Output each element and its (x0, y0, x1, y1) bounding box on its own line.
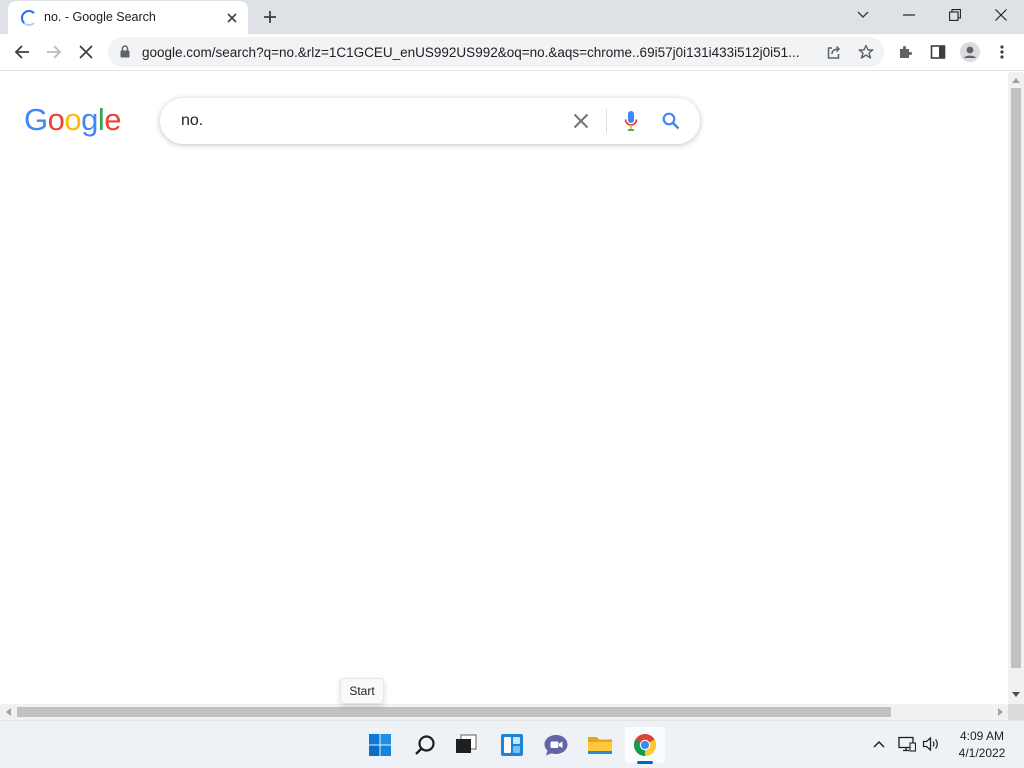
browser-toolbar: google.com/search?q=no.&rlz=1C1GCEU_enUS… (0, 34, 1024, 71)
start-icon[interactable] (360, 727, 400, 763)
clock-date: 4/1/2022 (958, 746, 1006, 760)
clear-search-icon[interactable] (570, 110, 592, 132)
chrome-icon[interactable] (625, 727, 665, 763)
stop-loading-icon[interactable] (72, 38, 100, 66)
logo-letter: g (81, 102, 98, 137)
widgets-icon[interactable] (492, 727, 532, 763)
tab-title: no. - Google Search (44, 10, 156, 24)
google-logo[interactable]: Google (24, 102, 122, 138)
horizontal-scrollbar[interactable] (0, 704, 1008, 720)
search-input[interactable]: no. (181, 112, 203, 130)
vertical-scrollbar[interactable] (1008, 72, 1024, 704)
chrome-menu-icon[interactable] (988, 38, 1016, 66)
extensions-puzzle-icon[interactable] (892, 38, 920, 66)
horizontal-scroll-thumb[interactable] (17, 707, 891, 717)
scroll-up-arrow-icon[interactable] (1008, 72, 1024, 88)
loading-spinner-icon (21, 10, 37, 26)
tab-search-chevron-icon[interactable] (840, 0, 886, 30)
scrollbar-corner (1008, 704, 1024, 720)
back-icon[interactable] (8, 38, 36, 66)
restore-icon[interactable] (932, 0, 978, 30)
taskbar: 4:09 AM 4/1/2022 (0, 720, 1024, 768)
vertical-scroll-thumb[interactable] (1011, 88, 1021, 668)
scroll-left-arrow-icon[interactable] (0, 704, 16, 720)
logo-letter: o (64, 102, 82, 137)
minimize-icon[interactable] (886, 0, 932, 30)
search-icon[interactable] (405, 727, 445, 763)
new-tab-icon[interactable] (259, 6, 281, 28)
scroll-down-arrow-icon[interactable] (1008, 686, 1024, 702)
tab-strip: no. - Google Search (0, 0, 1024, 34)
bookmark-star-icon[interactable] (856, 42, 876, 62)
volume-icon[interactable] (920, 733, 942, 755)
voice-search-mic-icon[interactable] (620, 109, 642, 133)
start-tooltip: Start (340, 678, 384, 704)
logo-letter: o (47, 102, 65, 137)
address-bar[interactable]: google.com/search?q=no.&rlz=1C1GCEU_enUS… (108, 37, 884, 67)
logo-letter: G (24, 102, 48, 137)
side-panel-icon[interactable] (924, 38, 952, 66)
browser-tab[interactable]: no. - Google Search (8, 1, 248, 34)
lock-icon[interactable] (120, 45, 130, 63)
search-box[interactable]: no. (160, 98, 700, 144)
tab-close-icon[interactable] (223, 9, 241, 27)
profile-avatar-icon[interactable] (956, 38, 984, 66)
search-divider (606, 109, 607, 133)
logo-letter: e (104, 102, 122, 137)
web-page: Google no. (0, 72, 1008, 704)
taskbar-clock[interactable]: 4:09 AM 4/1/2022 (948, 728, 1016, 762)
clock-time: 4:09 AM (959, 729, 1005, 743)
task-view-icon[interactable] (446, 727, 486, 763)
teams-chat-icon[interactable] (536, 727, 576, 763)
url-text[interactable]: google.com/search?q=no.&rlz=1C1GCEU_enUS… (142, 45, 822, 60)
forward-icon[interactable] (40, 38, 68, 66)
window-close-icon[interactable] (978, 0, 1024, 30)
scroll-right-arrow-icon[interactable] (992, 704, 1008, 720)
active-app-indicator (637, 761, 653, 764)
network-icon[interactable] (896, 733, 918, 755)
search-magnifier-icon[interactable] (660, 110, 682, 132)
file-explorer-icon[interactable] (580, 727, 620, 763)
share-icon[interactable] (824, 42, 844, 62)
show-hidden-icons-chevron-icon[interactable] (868, 733, 890, 755)
